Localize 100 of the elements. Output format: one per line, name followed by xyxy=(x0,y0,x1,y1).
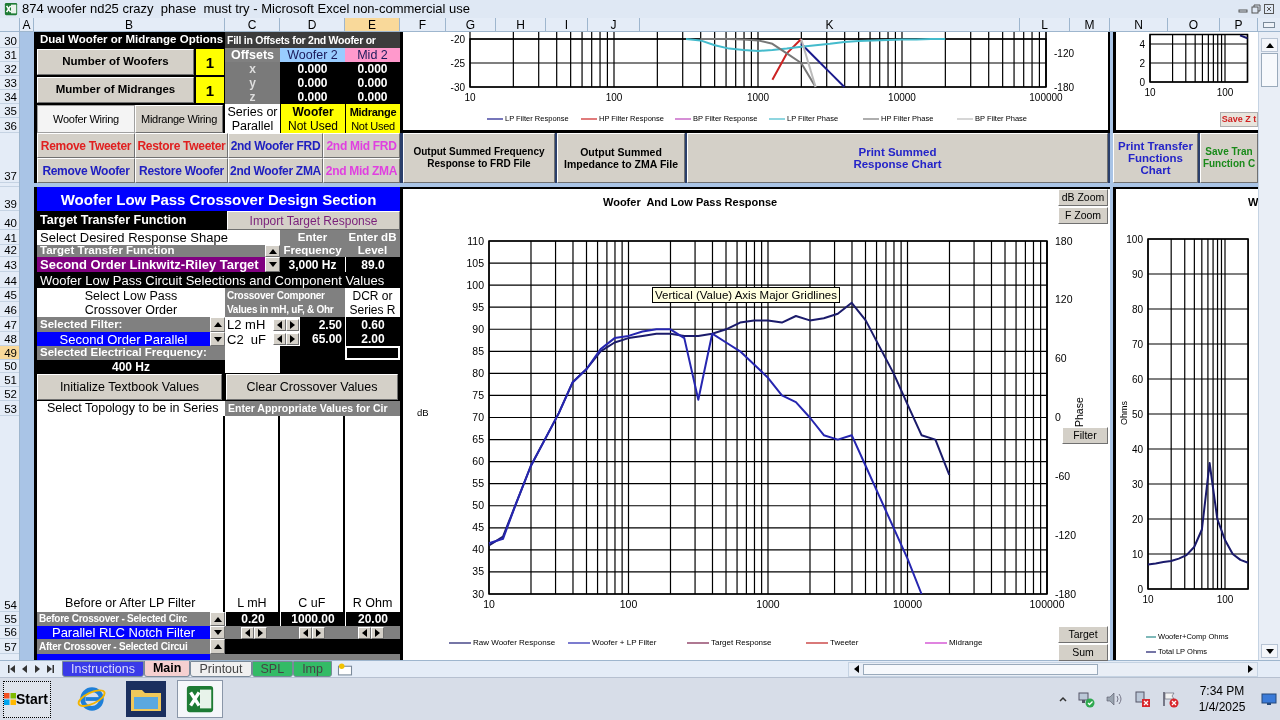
column-header[interactable]: P xyxy=(1220,18,1258,31)
column-header[interactable]: G xyxy=(446,18,496,31)
filter-button[interactable]: Filter xyxy=(1062,427,1108,444)
sheet-tab[interactable]: SPL xyxy=(251,661,294,677)
action-button[interactable]: 2nd Woofer FRD xyxy=(228,133,323,158)
sheet-tab[interactable]: Imp xyxy=(293,661,332,677)
action-button[interactable]: Output Summed Frequency Response to FRD File xyxy=(403,133,555,183)
row-header[interactable]: 37 xyxy=(0,133,19,183)
column-header[interactable]: O xyxy=(1168,18,1220,31)
action-button[interactable]: Print Transfer Functions Chart xyxy=(1113,133,1198,183)
wiring-toggle[interactable]: Midrange Wiring xyxy=(135,105,223,133)
row-header[interactable]: 52 xyxy=(0,387,19,401)
column-header[interactable]: L xyxy=(1020,18,1070,31)
new-sheet-icon[interactable] xyxy=(336,662,354,676)
arrow-button[interactable] xyxy=(312,626,326,639)
scrollbar-thumb[interactable] xyxy=(863,663,1098,675)
action-button[interactable]: Initialize Textbook Values xyxy=(37,374,222,400)
arrow-button[interactable] xyxy=(286,318,299,331)
column-header[interactable]: K xyxy=(640,18,1020,31)
row-header[interactable]: 53 xyxy=(0,401,19,416)
sheet-tab[interactable]: Printout xyxy=(190,661,252,677)
action-button[interactable]: 2nd Woofer ZMA xyxy=(228,158,323,183)
row-header[interactable]: 30 xyxy=(0,32,19,48)
split-box[interactable] xyxy=(1263,21,1275,28)
row-header[interactable]: 47 xyxy=(0,317,19,332)
row-header[interactable]: 33 xyxy=(0,76,19,90)
wiring-toggle[interactable]: Woofer Wiring xyxy=(37,105,135,133)
column-header[interactable]: C xyxy=(225,18,280,31)
column-header[interactable]: I xyxy=(546,18,588,31)
scroll-up-button[interactable] xyxy=(1261,38,1278,52)
row-header[interactable]: 39 xyxy=(0,187,19,211)
action-button[interactable]: Restore Woofer xyxy=(135,158,228,183)
speaker-icon[interactable] xyxy=(1105,691,1123,707)
row-header[interactable]: 40 xyxy=(0,211,19,230)
arrow-button[interactable] xyxy=(273,333,286,345)
row-header[interactable]: 44 xyxy=(0,272,19,288)
column-header[interactable]: B xyxy=(34,18,225,31)
row-header[interactable]: 31 xyxy=(0,48,19,62)
row-header[interactable]: 42 xyxy=(0,245,19,257)
start-button[interactable]: Start xyxy=(3,680,51,718)
sheet-tab[interactable]: Main xyxy=(143,661,191,677)
row-header[interactable]: 34 xyxy=(0,90,19,104)
column-header[interactable]: A xyxy=(20,18,34,31)
network-icon[interactable] xyxy=(1077,690,1095,708)
row-header[interactable]: 51 xyxy=(0,373,19,387)
first-sheet-icon[interactable] xyxy=(7,665,15,673)
spin-button[interactable] xyxy=(265,245,280,257)
spin-button[interactable] xyxy=(210,626,225,639)
arrow-button[interactable] xyxy=(273,318,286,331)
chart-button[interactable]: Sum xyxy=(1058,644,1108,661)
next-sheet-icon[interactable] xyxy=(34,665,40,673)
row-header[interactable]: 43 xyxy=(0,257,19,272)
column-header[interactable]: J xyxy=(588,18,640,31)
row-header[interactable]: 54 xyxy=(0,416,19,612)
column-header[interactable]: N xyxy=(1110,18,1168,31)
spin-button[interactable] xyxy=(210,332,225,346)
spin-button[interactable] xyxy=(265,257,280,272)
import-button[interactable]: Import Target Response xyxy=(227,211,400,230)
chart-button[interactable]: Target xyxy=(1058,626,1108,643)
flag-icon[interactable] xyxy=(1161,690,1179,708)
row-header[interactable]: 49 xyxy=(0,346,19,360)
zoom-button[interactable]: F Zoom xyxy=(1058,207,1108,224)
count-button[interactable]: Mumber of Midranges xyxy=(37,77,194,103)
row-header[interactable]: 35 xyxy=(0,104,19,118)
zoom-button[interactable]: dB Zoom xyxy=(1058,189,1108,206)
row-header[interactable]: 56 xyxy=(0,626,19,639)
arrow-button[interactable] xyxy=(286,333,299,345)
arrow-button[interactable] xyxy=(254,626,268,639)
row-header[interactable]: 32 xyxy=(0,62,19,76)
action-button[interactable]: Print Summed Response Chart xyxy=(687,133,1108,183)
previous-sheet-icon[interactable] xyxy=(22,665,28,673)
taskbar-button[interactable] xyxy=(123,680,169,718)
count-button[interactable]: Number of Woofers xyxy=(37,49,194,75)
arrow-button[interactable] xyxy=(357,626,371,639)
spin-button[interactable] xyxy=(210,317,225,332)
horizontal-scrollbar[interactable] xyxy=(848,661,1258,677)
column-header[interactable]: F xyxy=(400,18,446,31)
chevron-up-icon[interactable] xyxy=(1059,696,1067,702)
row-header[interactable]: 45 xyxy=(0,288,19,302)
restore-icon[interactable] xyxy=(1251,4,1261,14)
arrow-button[interactable] xyxy=(299,626,313,639)
arrow-button[interactable] xyxy=(241,626,255,639)
row-header[interactable]: 50 xyxy=(0,360,19,373)
column-header[interactable]: H xyxy=(496,18,546,31)
column-header[interactable]: E xyxy=(345,18,400,31)
scroll-down-button[interactable] xyxy=(1261,644,1278,658)
row-header[interactable]: 57 xyxy=(0,639,19,654)
row-header[interactable]: 41 xyxy=(0,230,19,245)
action-button[interactable]: Output Summed Impedance to ZMA File xyxy=(557,133,685,183)
row-header[interactable]: 46 xyxy=(0,302,19,317)
action-button[interactable]: Remove Woofer xyxy=(37,158,135,183)
spin-button[interactable] xyxy=(210,612,225,626)
save-button[interactable]: Save Z t xyxy=(1220,112,1258,127)
spin-button[interactable] xyxy=(210,639,225,654)
last-sheet-icon[interactable] xyxy=(47,665,55,673)
sheet-tab[interactable]: Instructions xyxy=(62,661,144,677)
action-button[interactable]: Clear Crossover Values xyxy=(226,374,398,400)
row-header[interactable]: 36 xyxy=(0,118,19,133)
taskbar-button[interactable] xyxy=(177,680,223,718)
close-icon[interactable] xyxy=(1264,4,1274,14)
